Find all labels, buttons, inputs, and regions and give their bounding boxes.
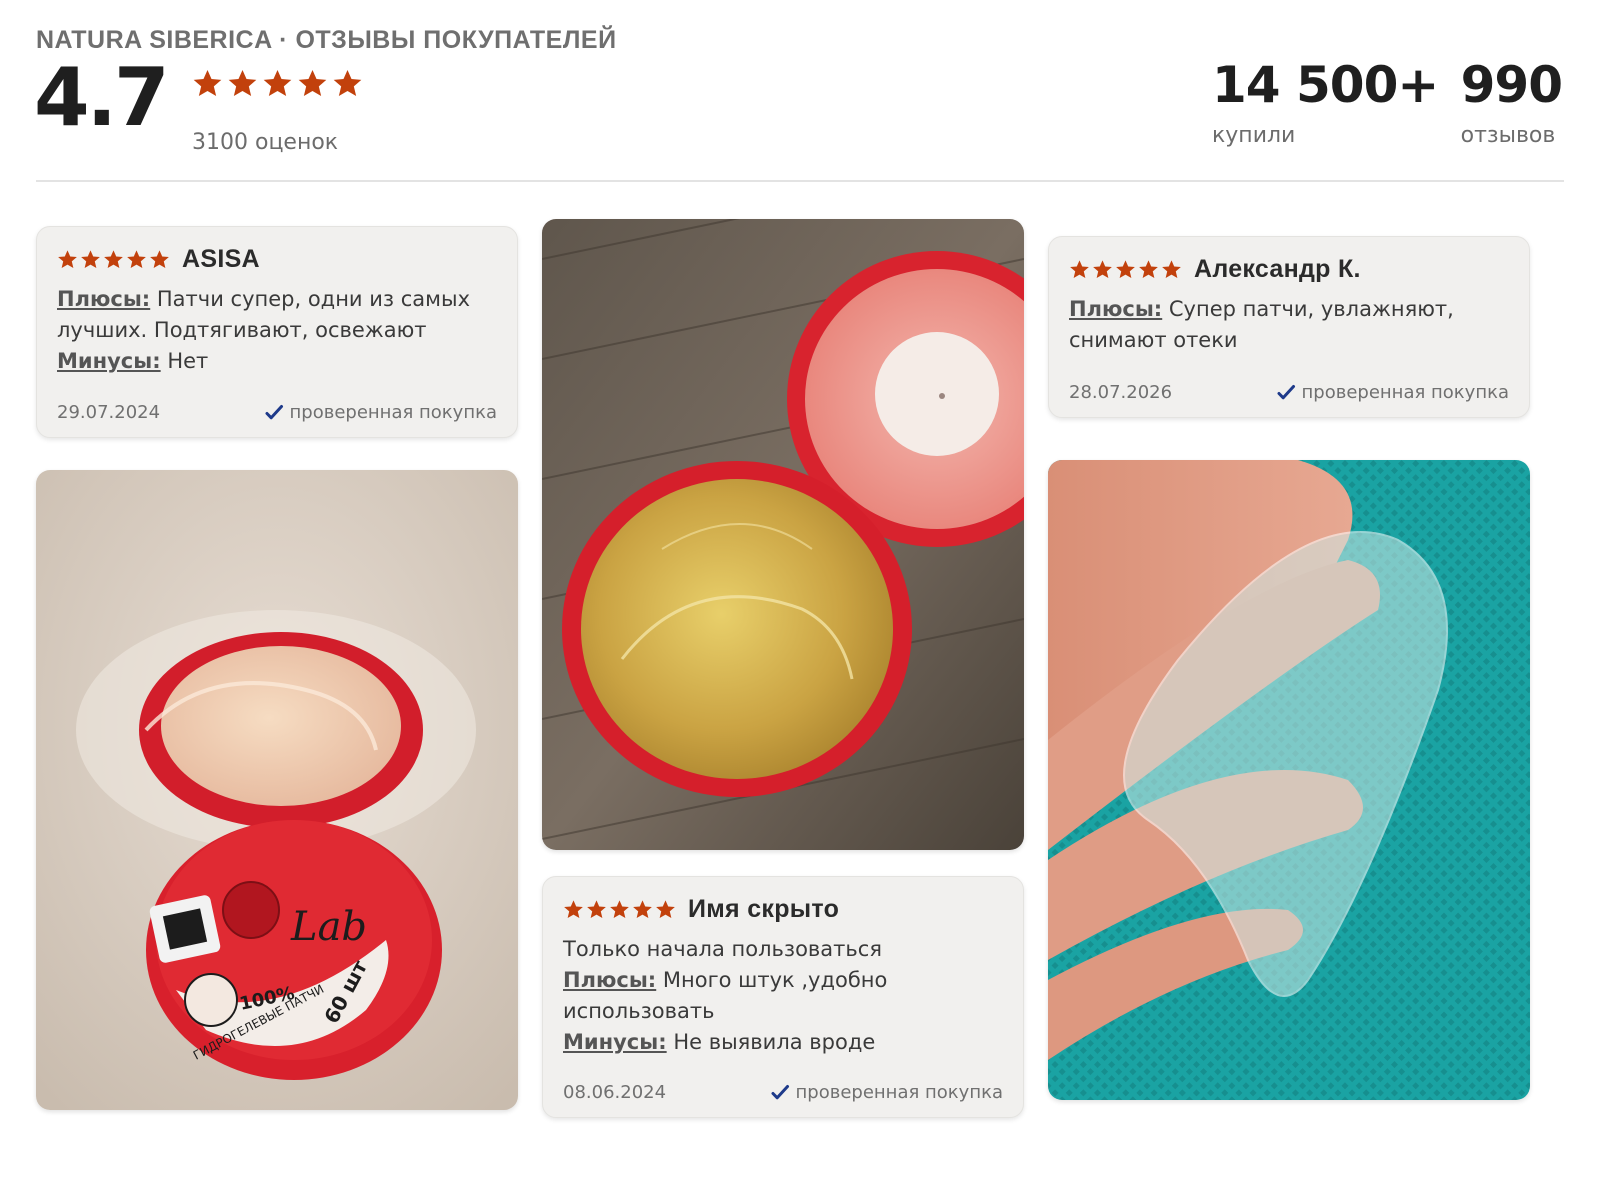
review-body: Плюсы: Патчи супер, одни из самых лучших… <box>57 284 497 377</box>
patch-in-hand-photo <box>1048 460 1530 1100</box>
review-date: 08.06.2024 <box>563 1082 667 1103</box>
open-jar-photo <box>542 219 1024 850</box>
verified-label: проверенная покупка <box>1301 382 1509 403</box>
review-photo[interactable] <box>1048 460 1530 1100</box>
star-icon <box>298 69 327 97</box>
review-photo[interactable] <box>542 219 1024 850</box>
pros-label: Плюсы: <box>1069 297 1163 321</box>
pros-label: Плюсы: <box>563 968 657 992</box>
bought-stat: 14 500+ купили <box>1212 56 1439 149</box>
star-icon <box>1139 260 1158 278</box>
jar-logo: Lab <box>290 904 367 950</box>
reviews-value: 990 <box>1460 56 1563 114</box>
check-icon <box>771 1084 789 1099</box>
star-icon <box>58 250 77 268</box>
star-icon <box>1116 260 1135 278</box>
verified-badge: проверенная покупка <box>770 1082 1003 1103</box>
reviews-label: отзывов <box>1460 123 1556 148</box>
pros-label: Плюсы: <box>57 287 151 311</box>
review-stars <box>563 899 676 920</box>
star-icon <box>564 900 583 918</box>
cons-text: Нет <box>160 349 209 373</box>
reviews-stat[interactable]: 990 отзывов <box>1460 56 1563 149</box>
ratings-count: 3100 оценок <box>192 130 339 155</box>
star-icon <box>150 250 169 268</box>
star-icon <box>656 900 675 918</box>
check-icon <box>1277 384 1295 399</box>
verified-badge: проверенная покупка <box>1276 382 1509 403</box>
review-body: Плюсы: Супер патчи, увлажняют, снимают о… <box>1069 294 1509 356</box>
review-card[interactable]: Имя скрыто Только начала пользоваться Пл… <box>542 876 1024 1118</box>
check-icon <box>265 404 283 419</box>
bought-label: купили <box>1212 123 1296 148</box>
star-icon <box>104 250 123 268</box>
review-date: 28.07.2026 <box>1069 382 1173 403</box>
review-stars <box>1069 259 1182 280</box>
cons-label: Минусы: <box>563 1030 667 1054</box>
verified-badge: проверенная покупка <box>264 402 497 423</box>
review-author: ASISA <box>182 245 260 273</box>
cons-text: Не выявила вроде <box>666 1030 876 1054</box>
star-icon <box>228 69 257 97</box>
review-card[interactable]: ASISA Плюсы: Патчи супер, одни из самых … <box>36 226 518 438</box>
rating-stars <box>192 68 363 99</box>
review-card[interactable]: Александр К. Плюсы: Супер патчи, увлажня… <box>1048 236 1530 418</box>
cons-label: Минусы: <box>57 349 161 373</box>
verified-label: проверенная покупка <box>795 1082 1003 1103</box>
jar-photo: Lab 100% ГИДРОГЕЛЕВЫЕ ПАТЧИ 60 шт <box>36 470 518 1110</box>
star-icon <box>81 250 100 268</box>
star-icon <box>263 69 292 97</box>
star-icon <box>1093 260 1112 278</box>
star-icon <box>193 69 222 97</box>
star-icon <box>610 900 629 918</box>
review-author: Имя скрыто <box>688 895 840 923</box>
star-icon <box>1162 260 1181 278</box>
star-icon <box>333 69 362 97</box>
verified-label: проверенная покупка <box>289 402 497 423</box>
average-rating: 4.7 <box>34 51 170 144</box>
star-icon <box>587 900 606 918</box>
star-icon <box>633 900 652 918</box>
bought-value: 14 500+ <box>1212 56 1439 114</box>
header-divider <box>36 180 1564 182</box>
review-stars <box>57 249 170 270</box>
review-date: 29.07.2024 <box>57 402 161 423</box>
review-author: Александр К. <box>1194 255 1361 283</box>
star-icon <box>127 250 146 268</box>
review-photo[interactable]: Lab 100% ГИДРОГЕЛЕВЫЕ ПАТЧИ 60 шт <box>36 470 518 1110</box>
star-icon <box>1070 260 1089 278</box>
review-body: Только начала пользоваться Плюсы: Много … <box>563 934 1003 1058</box>
review-text: Только начала пользоваться <box>563 937 882 961</box>
